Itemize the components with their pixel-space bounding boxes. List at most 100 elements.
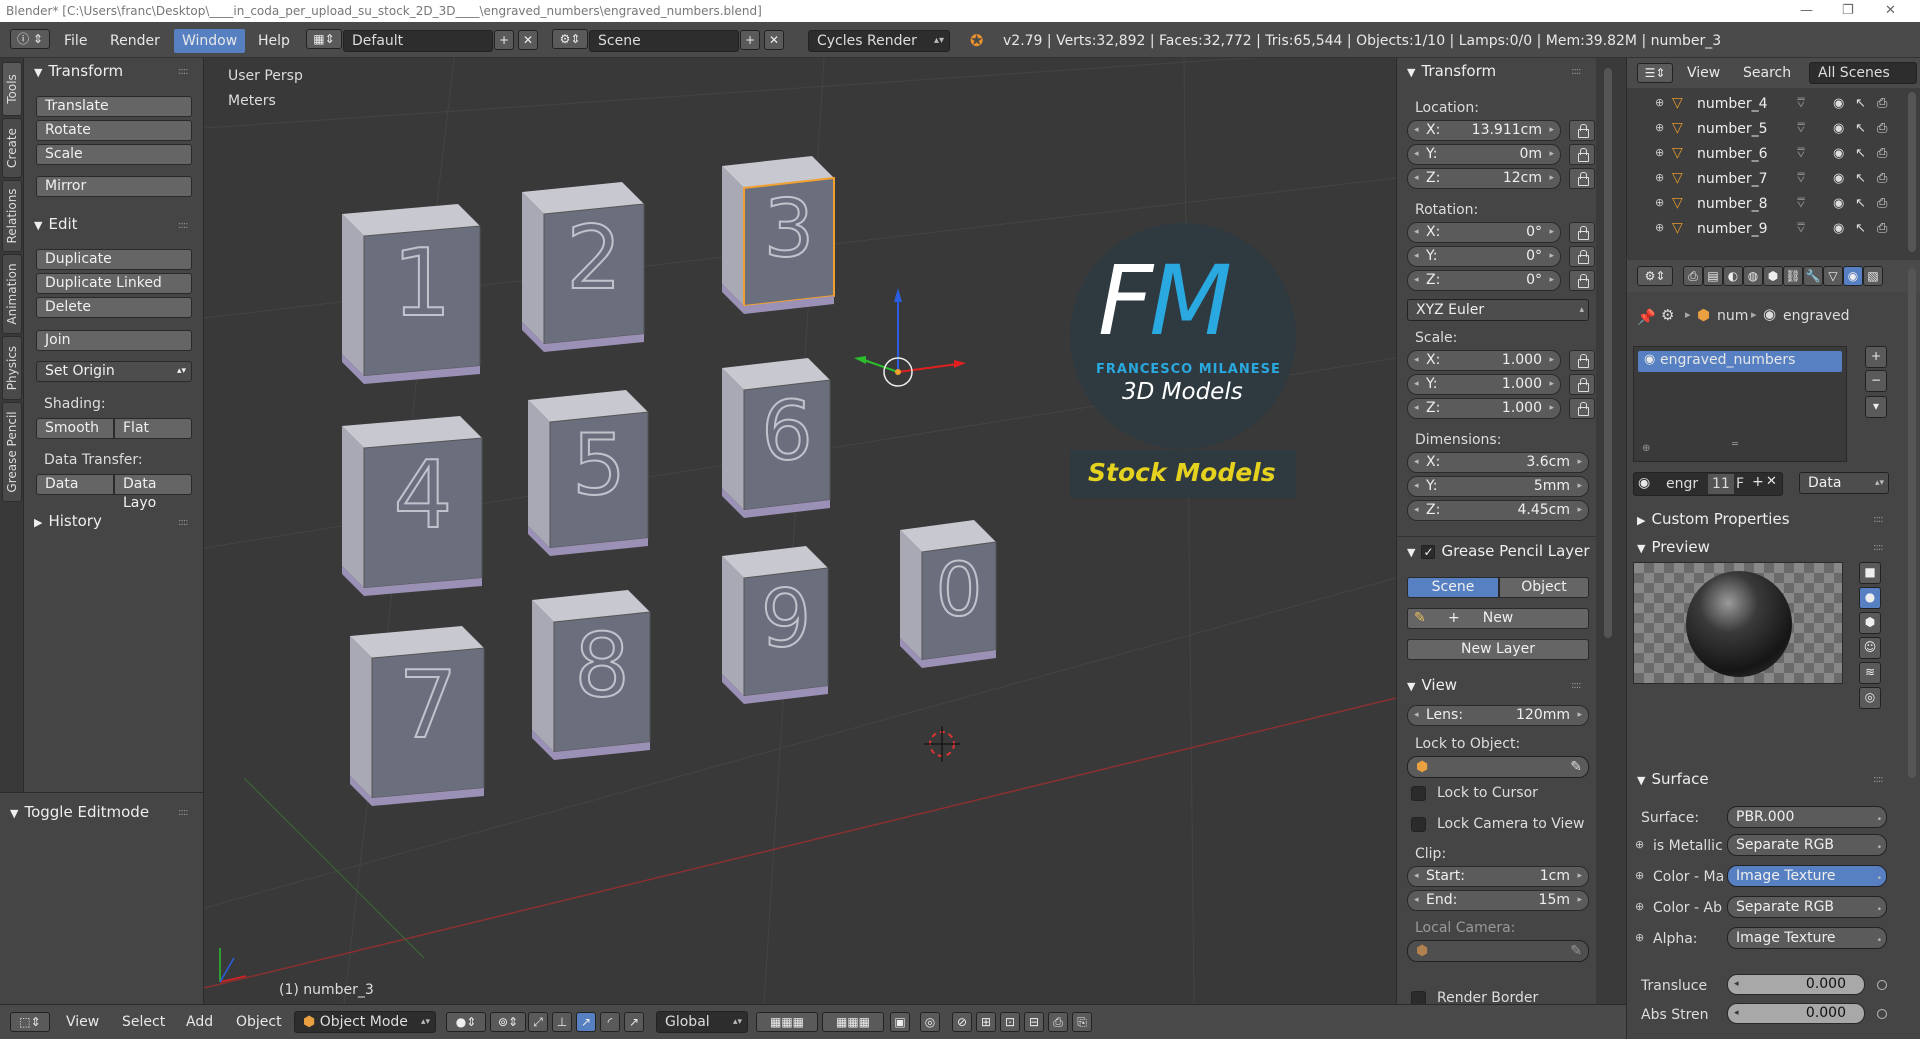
clip-start-field[interactable]: ◂ Start: 1cm ▸ <box>1407 866 1589 887</box>
menu-file[interactable]: File <box>64 30 87 52</box>
outliner-editor-icon[interactable]: ☰⇕ <box>1637 63 1673 83</box>
material-users-count[interactable]: 11 <box>1708 474 1734 494</box>
material-link-dropdown[interactable]: Data ▴▾ <box>1799 472 1889 494</box>
selectable-cursor-icon[interactable]: ↖ <box>1855 221 1866 236</box>
visibility-eye-icon[interactable]: ◉ <box>1833 121 1844 136</box>
shader-input-link[interactable]: Image Texture • <box>1727 865 1887 887</box>
expand-icon[interactable]: ⊕ <box>1655 171 1664 184</box>
clip-end-field[interactable]: ◂ End: 15m ▸ <box>1407 890 1589 911</box>
outliner-item-number-4[interactable]: ⊕ ▽ number_4 ⩢ ◉ ↖ ⎙ <box>1627 92 1920 117</box>
shader-input-link[interactable]: Image Texture • <box>1727 927 1887 949</box>
drag-grip-icon[interactable]: :::: <box>1873 774 1884 785</box>
outliner-item-number-9[interactable]: ⊕ ▽ number_9 ⩢ ◉ ↖ ⎙ <box>1627 217 1920 242</box>
3d-view-editor-icon[interactable]: ⬚⇕ <box>10 1012 50 1032</box>
arrow-manipulator-icon[interactable]: ↗ <box>624 1012 644 1032</box>
maximize-button[interactable]: ❐ <box>1842 0 1854 22</box>
selectable-cursor-icon[interactable]: ↖ <box>1855 146 1866 161</box>
translate-manipulator-icon[interactable]: ⊥ <box>552 1012 572 1032</box>
tab-constraints-icon[interactable]: ⛓ <box>1783 266 1803 286</box>
outliner-item-number-8[interactable]: ⊕ ▽ number_8 ⩢ ◉ ↖ ⎙ <box>1627 192 1920 217</box>
join-button[interactable]: Join <box>36 330 192 351</box>
properties-editor-icon[interactable]: ⚙⇕ <box>1637 266 1673 286</box>
expand-icon[interactable]: ⊕ <box>1655 196 1664 209</box>
abs-strength-field[interactable]: ◂ 0.000 <box>1727 1003 1865 1024</box>
input-expand-icon[interactable]: ⊕ <box>1635 900 1644 913</box>
render-engine-selector[interactable]: Cycles Render ▴▾ <box>808 30 950 52</box>
selectable-cursor-icon[interactable]: ↖ <box>1855 121 1866 136</box>
pivot-point-icon[interactable]: ⊚⇕ <box>490 1012 526 1032</box>
viewport-shading-icon[interactable]: ●⇕ <box>446 1012 486 1032</box>
mode-selector[interactable]: ⬢ Object Mode ▴▾ <box>294 1011 436 1033</box>
minimize-button[interactable]: — <box>1800 0 1813 22</box>
drag-grip-icon[interactable]: :::: <box>178 807 189 818</box>
visibility-eye-icon[interactable]: ◉ <box>1833 196 1844 211</box>
tab-material-icon[interactable]: ◉ <box>1843 266 1863 286</box>
visibility-eye-icon[interactable]: ◉ <box>1833 146 1844 161</box>
lock-scale-z-icon[interactable] <box>1569 398 1595 419</box>
npanel-scrollbar[interactable] <box>1604 68 1612 638</box>
outliner-display-mode[interactable]: All Scenes <box>1809 62 1917 84</box>
input-expand-icon[interactable]: ⊕ <box>1635 838 1644 851</box>
lock-location-z-icon[interactable] <box>1569 168 1595 189</box>
material-browse-icon[interactable]: ◉ <box>1638 475 1650 491</box>
render-camera-icon[interactable]: ⎙ <box>1877 146 1887 161</box>
tab-render-icon[interactable]: ⎙ <box>1683 266 1703 286</box>
translate-button[interactable]: Translate <box>36 96 192 117</box>
lock-camera-checkbox[interactable] <box>1411 817 1426 832</box>
render-camera-icon[interactable]: ⎙ <box>1877 171 1887 186</box>
properties-scrollbar[interactable] <box>1908 268 1916 778</box>
rotate-button[interactable]: Rotate <box>36 120 192 141</box>
location-y-field[interactable]: ◂ Y: 0m ▸ <box>1407 144 1561 165</box>
lock-layers-icon[interactable]: ▣ <box>890 1012 910 1032</box>
number-tile-3[interactable]: 3 <box>722 156 835 314</box>
shader-input-link[interactable]: Separate RGB • <box>1727 834 1887 856</box>
number-tiles[interactable]: 1 2 3 4 5 6 7 8 9 0 <box>342 156 997 806</box>
grease-new-button[interactable]: ✎ + New <box>1407 608 1589 629</box>
new-layer-button[interactable]: New Layer <box>1407 639 1589 660</box>
scale-x-field[interactable]: ◂ X: 1.000 ▸ <box>1407 350 1561 371</box>
lock-rotation-y-icon[interactable] <box>1569 246 1595 267</box>
number-tile-9[interactable]: 9 <box>722 546 829 704</box>
snap-target-icon[interactable]: ⊡ <box>1000 1012 1020 1032</box>
tab-animation[interactable]: Animation <box>2 254 22 334</box>
scale-y-field[interactable]: ◂ Y: 1.000 ▸ <box>1407 374 1561 395</box>
tab-object-icon[interactable]: ⬢ <box>1763 266 1783 286</box>
drag-grip-icon[interactable]: :::: <box>1873 514 1884 525</box>
rotation-x-field[interactable]: ◂ X: 0° ▸ <box>1407 222 1561 243</box>
edit-panel-header[interactable]: ▼ Edit <box>34 213 78 235</box>
custom-properties-header[interactable]: ▶ Custom Properties <box>1637 508 1790 530</box>
view-panel-header[interactable]: ▼ View <box>1407 674 1457 696</box>
lock-cursor-checkbox[interactable] <box>1411 786 1426 801</box>
shader-input-link[interactable]: Separate RGB • <box>1727 896 1887 918</box>
tab-relations[interactable]: Relations <box>2 180 22 252</box>
preview-sphere-icon[interactable]: ● <box>1859 587 1881 609</box>
number-tile-0[interactable]: 0 <box>900 520 997 668</box>
lock-location-y-icon[interactable] <box>1569 144 1595 165</box>
tab-tools[interactable]: Tools <box>2 62 22 116</box>
tab-texture-icon[interactable]: ▧ <box>1863 266 1883 286</box>
scene-layers-2-icon[interactable]: ▦▦▦ <box>822 1012 884 1032</box>
add-layout-icon[interactable]: + <box>494 30 514 50</box>
selectable-cursor-icon[interactable]: ↖ <box>1855 196 1866 211</box>
expand-icon[interactable]: ⊕ <box>1655 121 1664 134</box>
outliner-item-number-6[interactable]: ⊕ ▽ number_6 ⩢ ◉ ↖ ⎙ <box>1627 142 1920 167</box>
material-slot-item[interactable]: ◉ engraved_numbers <box>1638 351 1842 372</box>
material-slot-list[interactable]: ◉ engraved_numbers ⊕ ═ <box>1633 346 1847 462</box>
outliner-view-menu[interactable]: View <box>1687 62 1720 84</box>
expand-icon[interactable]: ⊕ <box>1655 221 1664 234</box>
delete-button[interactable]: Delete <box>36 297 192 318</box>
tab-create[interactable]: Create <box>2 118 22 178</box>
number-tile-1[interactable]: 1 <box>342 204 481 384</box>
orientation-selector[interactable]: Global ▴▾ <box>656 1011 748 1033</box>
scale-manipulator-icon[interactable]: ◜ <box>600 1012 620 1032</box>
preview-hair-icon[interactable]: ≋ <box>1859 662 1881 684</box>
drag-grip-icon[interactable]: :::: <box>178 220 189 231</box>
add-material-slot-icon[interactable]: + <box>1865 346 1887 368</box>
outliner-item-number-5[interactable]: ⊕ ▽ number_5 ⩢ ◉ ↖ ⎙ <box>1627 117 1920 142</box>
translucence-field[interactable]: ◂ 0.000 <box>1727 974 1865 995</box>
menu-render[interactable]: Render <box>110 30 160 52</box>
snap-element-icon[interactable]: ⊞ <box>976 1012 996 1032</box>
screen-layout-icon[interactable]: ▦⇕ <box>306 29 342 49</box>
visibility-eye-icon[interactable]: ◉ <box>1833 171 1844 186</box>
data-layout-button[interactable]: Data Layo <box>114 474 192 511</box>
